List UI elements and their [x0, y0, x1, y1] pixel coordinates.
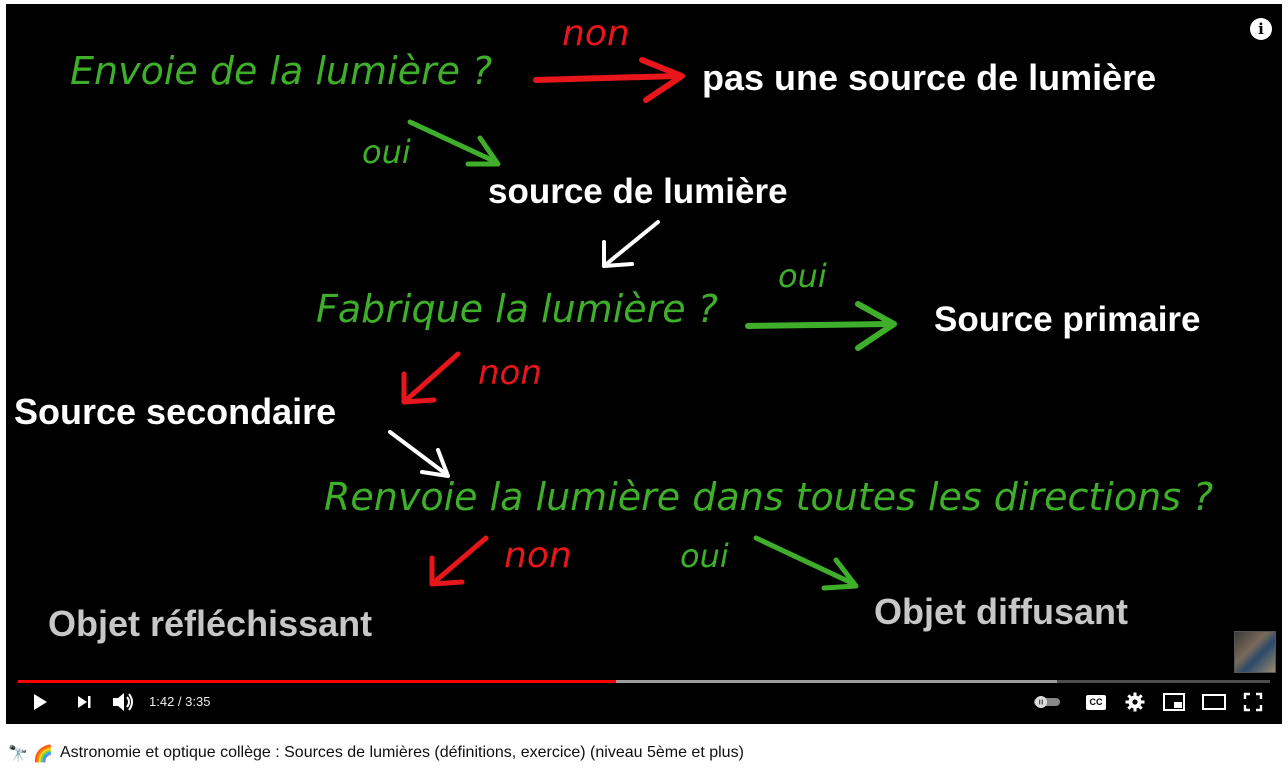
answer-no-1: non [562, 13, 630, 54]
answer-no-3: non [504, 535, 572, 576]
answer-yes-3: oui [680, 537, 729, 575]
question-makes-light: Fabrique la lumière ? [316, 287, 718, 331]
autoplay-toggle[interactable] [1032, 690, 1062, 714]
theater-icon [1202, 694, 1226, 710]
fullscreen-icon [1243, 692, 1263, 712]
progress-played [18, 680, 617, 683]
answer-yes-2: oui [778, 257, 827, 295]
volume-icon [113, 693, 133, 711]
result-not-light-source: pas une source de lumière [702, 57, 1157, 98]
question-emits-light: Envoie de la lumière ? [70, 49, 493, 93]
theater-button[interactable] [1200, 690, 1228, 714]
settings-button[interactable] [1122, 690, 1148, 714]
progress-bar[interactable] [18, 680, 1270, 683]
next-icon [78, 696, 91, 708]
result-reflecting-object: Objet réfléchissant [48, 603, 373, 644]
info-icon[interactable]: i [1250, 18, 1272, 40]
autoplay-toggle-icon [1034, 696, 1060, 708]
result-secondary-source: Source secondaire [14, 391, 337, 432]
miniplayer-button[interactable] [1160, 690, 1188, 714]
arrow-no-secondary [401, 351, 461, 405]
fullscreen-button[interactable] [1240, 690, 1266, 714]
time-total: 3:35 [185, 694, 211, 709]
captions-button[interactable]: CC [1082, 690, 1110, 714]
time-current: 1:42 [149, 694, 175, 709]
play-icon [34, 694, 47, 710]
video-frame[interactable]: Envoie de la lumière ? non pas une sourc… [6, 4, 1282, 724]
miniplayer-icon [1163, 693, 1185, 711]
video-title: Astronomie et optique collège : Sources … [60, 744, 744, 761]
arrow-yes-primary [745, 301, 897, 351]
arrow-secondary-q3 [388, 430, 450, 478]
volume-button[interactable] [110, 690, 136, 714]
telescope-icon: 🔭 [8, 744, 28, 763]
next-button[interactable] [72, 690, 96, 714]
time-separator: / [174, 694, 186, 709]
channel-watermark-thumbnail[interactable] [1234, 631, 1276, 673]
answer-no-2: non [478, 353, 542, 393]
play-button[interactable] [28, 690, 52, 714]
gear-icon [1125, 692, 1145, 712]
rainbow-icon: 🌈 [33, 744, 53, 763]
result-diffusing-object: Objet diffusant [874, 591, 1128, 632]
time-display: 1:42 / 3:35 [149, 694, 210, 709]
result-primary-source: Source primaire [934, 300, 1201, 339]
arrow-no-reflecting [429, 535, 489, 587]
answer-yes-1: oui [362, 133, 411, 171]
arrow-yes-diffusing [753, 535, 859, 591]
question-diffuses-light: Renvoie la lumière dans toutes les direc… [324, 475, 1214, 519]
captions-icon: CC [1086, 694, 1106, 710]
arrow-yes-source [407, 119, 501, 167]
video-title-bar: 🔭 🌈 Astronomie et optique collège : Sour… [0, 734, 1288, 774]
result-light-source: source de lumière [488, 172, 788, 211]
arrow-no-source [533, 57, 685, 103]
arrow-source-q2 [602, 220, 660, 268]
video-player[interactable]: Envoie de la lumière ? non pas une sourc… [0, 0, 1288, 724]
